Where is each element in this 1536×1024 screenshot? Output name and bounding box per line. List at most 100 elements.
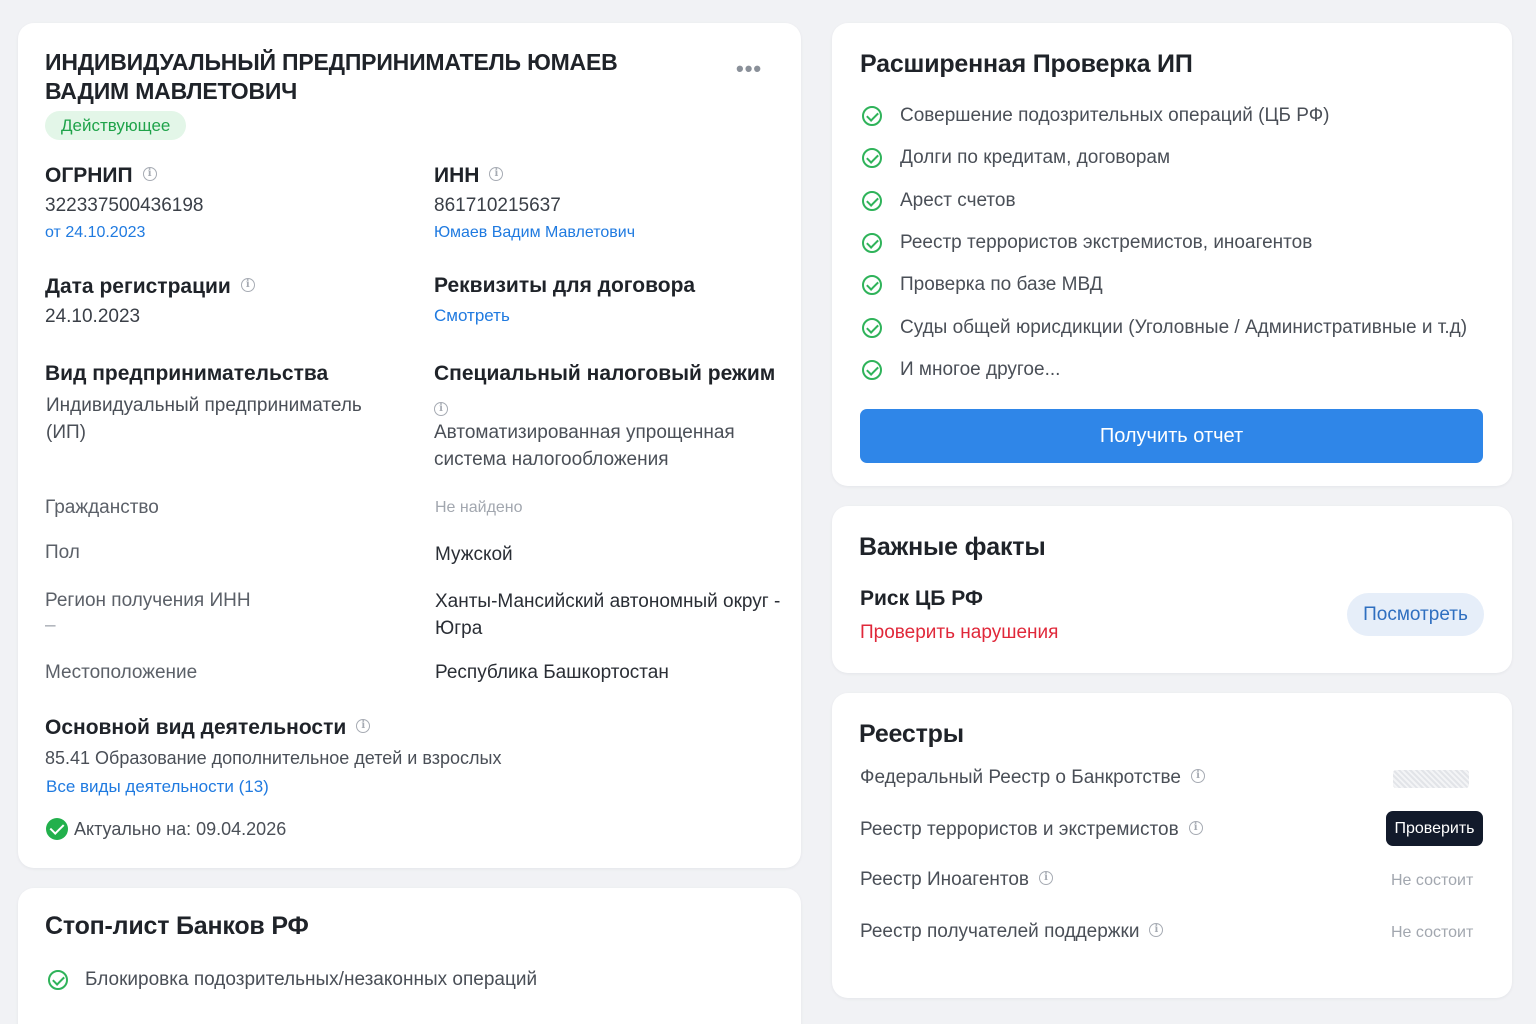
inn-region-line2: Югра xyxy=(435,618,483,639)
business-type-value: Индивидуальный предприниматель (ИП) xyxy=(46,392,362,446)
info-icon[interactable]: i xyxy=(1149,922,1164,937)
check-registry-button[interactable]: Проверить xyxy=(1386,811,1483,846)
citizenship-label: Гражданство xyxy=(45,497,159,518)
extended-check-title: Расширенная Проверка ИП xyxy=(860,50,1193,78)
list-item-text: Суды общей юрисдикции (Уголовные / Админ… xyxy=(900,316,1468,338)
activity-value: 85.41 Образование дополнительное детей и… xyxy=(45,748,502,768)
list-item: Совершение подозрительных операций (ЦБ Р… xyxy=(862,95,1482,137)
info-icon[interactable]: i xyxy=(1039,870,1054,885)
info-icon[interactable]: i xyxy=(356,719,371,734)
gender-label: Пол xyxy=(45,542,80,563)
ogrnip-label: ОГРНИП xyxy=(45,164,133,187)
business-type-line1: Индивидуальный предприниматель xyxy=(46,395,362,416)
extended-check-card: Расширенная Проверка ИП Совершение подоз… xyxy=(832,23,1512,486)
tax-regime-value: Автоматизированная упрощенная система на… xyxy=(434,419,735,473)
check-circle-icon xyxy=(48,970,68,990)
requisites-view-link[interactable]: Смотреть xyxy=(434,305,510,327)
check-circle-icon xyxy=(862,148,882,169)
stop-list-card: Стоп-лист Банков РФ Блокировка подозрите… xyxy=(18,888,801,1024)
list-item-text: И многое другое... xyxy=(900,358,1061,380)
list-item: И многое другое... xyxy=(862,349,1482,391)
list-item-text: Проверка по базе МВД xyxy=(900,274,1103,296)
list-item: Суды общей юрисдикции (Уголовные / Админ… xyxy=(862,306,1482,348)
tax-regime-line1: Автоматизированная упрощенная xyxy=(434,422,735,443)
registry-label: Федеральный Реестр о Банкротстве xyxy=(860,767,1181,788)
registry-status: Не состоит xyxy=(1391,924,1474,941)
company-card: Индивидуальный предприниматель Юмаев Вад… xyxy=(18,23,801,868)
inn-region-value: Ханты-Мансийский автономный округ - Югра xyxy=(435,588,780,642)
business-type-line2: (ИП) xyxy=(46,422,86,443)
gender-value: Мужской xyxy=(435,544,513,565)
list-item: Арест счетов xyxy=(862,180,1482,222)
check-violations-link[interactable]: Проверить нарушения xyxy=(860,622,1058,644)
registry-status: Не состоит xyxy=(1391,872,1474,889)
check-circle-icon xyxy=(862,106,882,127)
get-report-button[interactable]: Получить отчет xyxy=(860,409,1483,463)
inn-region-label: Регион получения ИНН xyxy=(45,590,251,611)
inn-label: ИНН xyxy=(434,164,480,187)
stop-list-item: Блокировка подозрительных/незаконных опе… xyxy=(48,969,537,991)
info-icon[interactable]: i xyxy=(1188,820,1203,835)
inn-region-line1: Ханты-Мансийский автономный округ - xyxy=(435,591,781,612)
ogrnip-value: 322337500436198 xyxy=(45,195,204,216)
stop-list-title: Стоп-лист Банков РФ xyxy=(45,912,309,940)
location-label: Местоположение xyxy=(45,662,198,683)
list-item: Проверка по базе МВД xyxy=(862,264,1482,306)
actual-row: Актуально на: 09.04.2026 xyxy=(46,818,286,840)
info-icon[interactable]: i xyxy=(142,167,157,182)
registries-title: Реестры xyxy=(859,720,964,748)
registry-label: Реестр получателей поддержки xyxy=(860,921,1140,942)
status-badge: Действующее xyxy=(45,111,187,140)
inn-region-sub: – xyxy=(45,615,56,636)
registry-label: Реестр террористов и экстремистов xyxy=(860,819,1179,840)
loading-placeholder xyxy=(1393,770,1469,788)
inn-owner-link[interactable]: Юмаев Вадим Мавлетович xyxy=(434,222,635,244)
risk-label: Риск ЦБ РФ xyxy=(860,587,983,610)
tax-regime-label: Специальный налоговый режим xyxy=(434,362,776,385)
list-item: Долги по кредитам, договорам xyxy=(862,137,1482,179)
list-item-text: Реестр террористов экстремистов, иноаген… xyxy=(900,232,1313,254)
tax-regime-line2: система налогообложения xyxy=(434,449,669,470)
business-type-label: Вид предпринимательства xyxy=(45,362,329,385)
actual-date: Актуально на: 09.04.2026 xyxy=(74,818,287,839)
inn-value: 861710215637 xyxy=(434,195,561,216)
ogrnip-label-row: ОГРНИП i xyxy=(45,163,157,189)
extended-check-list: Совершение подозрительных операций (ЦБ Р… xyxy=(862,95,1482,391)
registry-row-bankruptcy: Федеральный Реестр о Банкротстве i xyxy=(860,765,1205,791)
info-icon[interactable]: i xyxy=(1190,768,1205,783)
list-item: Реестр террористов экстремистов, иноаген… xyxy=(862,222,1482,264)
important-facts-card: Важные факты Риск ЦБ РФ Проверить наруше… xyxy=(832,506,1512,673)
registry-row-terrorists: Реестр террористов и экстремистов i xyxy=(860,817,1203,843)
registry-label: Реестр Иноагентов xyxy=(860,869,1030,890)
facts-title: Важные факты xyxy=(859,533,1046,561)
check-circle-icon xyxy=(862,317,882,338)
check-circle-icon xyxy=(862,233,882,254)
check-circle-icon xyxy=(46,818,68,840)
citizenship-value: Не найдено xyxy=(435,499,523,516)
requisites-label: Реквизиты для договора xyxy=(434,274,696,297)
activity-label: Основной вид деятельности xyxy=(45,716,347,739)
location-value: Республика Башкортостан xyxy=(435,662,669,683)
info-icon[interactable]: i xyxy=(240,278,255,293)
all-activities-link[interactable]: Все виды деятельности (13) xyxy=(46,776,269,798)
stop-list-item-text: Блокировка подозрительных/незаконных опе… xyxy=(85,969,538,990)
list-item-text: Совершение подозрительных операций (ЦБ Р… xyxy=(900,105,1330,127)
info-icon[interactable]: i xyxy=(489,167,504,182)
check-circle-icon xyxy=(862,359,882,380)
registration-value: 24.10.2023 xyxy=(45,306,141,327)
registration-label-row: Дата регистрации i xyxy=(45,274,255,300)
registries-card: Реестры Федеральный Реестр о Банкротстве… xyxy=(832,693,1512,998)
inn-label-row: ИНН i xyxy=(434,163,504,189)
registration-label: Дата регистрации xyxy=(45,275,231,298)
registry-row-foreign-agents: Реестр Иноагентов i xyxy=(860,867,1054,893)
info-icon[interactable]: i xyxy=(434,401,448,416)
more-options-icon[interactable]: ••• xyxy=(736,58,762,80)
view-button[interactable]: Посмотреть xyxy=(1347,593,1484,636)
check-circle-icon xyxy=(862,190,882,211)
ogrnip-date-link[interactable]: от 24.10.2023 xyxy=(45,222,145,244)
activity-label-row: Основной вид деятельности i xyxy=(45,715,371,741)
list-item-text: Долги по кредитам, договорам xyxy=(900,147,1171,169)
check-circle-icon xyxy=(862,275,882,296)
list-item-text: Арест счетов xyxy=(900,189,1016,211)
company-name: Индивидуальный предприниматель Юмаев Вад… xyxy=(45,49,618,104)
